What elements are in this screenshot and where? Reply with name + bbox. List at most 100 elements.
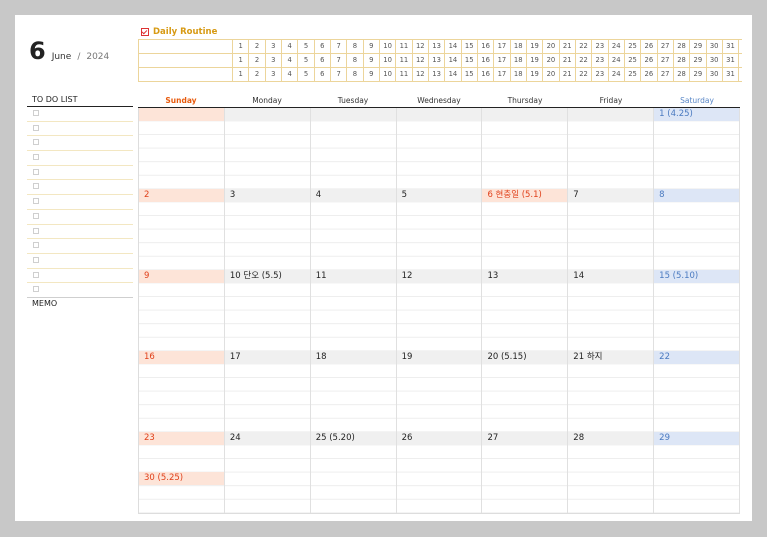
routine-day-cell[interactable]: 22 xyxy=(576,68,593,81)
checkbox-icon[interactable] xyxy=(33,242,39,249)
routine-day-cell[interactable]: 1 xyxy=(233,54,250,67)
routine-day-cell[interactable]: 20 xyxy=(543,40,560,53)
day-note-lines[interactable] xyxy=(224,283,310,351)
checkbox-icon[interactable] xyxy=(33,183,39,190)
routine-day-cell[interactable]: 24 xyxy=(609,54,625,67)
calendar-day[interactable] xyxy=(396,108,483,189)
routine-day-cell[interactable]: 20 xyxy=(543,54,560,67)
day-note-lines[interactable] xyxy=(482,445,568,513)
todo-item[interactable] xyxy=(27,151,133,166)
routine-day-cell[interactable]: 25 xyxy=(625,54,642,67)
routine-day-cell[interactable]: 19 xyxy=(527,54,544,67)
calendar-day[interactable]: 11 xyxy=(310,270,397,351)
day-note-lines[interactable] xyxy=(568,364,654,432)
routine-name-cell[interactable] xyxy=(139,68,233,81)
routine-day-cell[interactable]: 10 xyxy=(380,54,397,67)
todo-item[interactable] xyxy=(27,225,133,240)
routine-day-cell[interactable]: 6 xyxy=(315,40,331,53)
routine-day-cell[interactable]: 1 xyxy=(233,40,250,53)
calendar-day[interactable]: 9 xyxy=(139,270,225,351)
day-note-lines[interactable] xyxy=(310,283,396,351)
calendar-day[interactable]: 22 xyxy=(654,351,741,432)
routine-day-cell[interactable]: 9 xyxy=(364,40,380,53)
routine-day-cell[interactable]: 15 xyxy=(462,68,478,81)
routine-day-cell[interactable]: 27 xyxy=(658,40,674,53)
routine-day-cell[interactable]: 31 xyxy=(723,40,740,53)
checkbox-icon[interactable] xyxy=(33,124,39,131)
calendar-day[interactable]: 26 xyxy=(396,432,483,513)
calendar-day[interactable]: 18 xyxy=(310,351,397,432)
routine-day-cell[interactable]: 21 xyxy=(560,40,576,53)
routine-day-cell[interactable]: 25 xyxy=(625,40,642,53)
routine-day-cell[interactable]: 11 xyxy=(396,54,413,67)
routine-day-cell[interactable]: 13 xyxy=(429,68,446,81)
day-note-lines[interactable] xyxy=(224,202,310,270)
calendar-day[interactable]: 29 xyxy=(654,432,741,513)
todo-item[interactable] xyxy=(27,136,133,152)
calendar-day[interactable]: 10 단오 (5.5) xyxy=(224,270,311,351)
calendar-day[interactable]: 5 xyxy=(396,189,483,270)
routine-day-cell[interactable]: 26 xyxy=(641,68,658,81)
routine-day-cell[interactable]: 16 xyxy=(478,54,495,67)
routine-day-cell[interactable]: 21 xyxy=(560,68,576,81)
calendar-day[interactable]: 13 xyxy=(482,270,569,351)
todo-item[interactable] xyxy=(27,254,133,269)
routine-day-cell[interactable]: 23 xyxy=(592,68,609,81)
routine-day-cell[interactable]: 11 xyxy=(396,40,413,53)
calendar-day[interactable]: 6 현충일 (5.1) xyxy=(482,189,569,270)
routine-day-cell[interactable]: 18 xyxy=(511,68,527,81)
day-note-lines[interactable] xyxy=(654,202,740,270)
routine-day-cell[interactable]: 5 xyxy=(298,40,315,53)
routine-day-cell[interactable]: 18 xyxy=(511,40,527,53)
routine-day-cell[interactable]: 3 xyxy=(266,40,282,53)
routine-day-cell[interactable]: 26 xyxy=(641,54,658,67)
checkbox-icon[interactable] xyxy=(33,271,39,278)
routine-day-cell[interactable]: 14 xyxy=(445,40,462,53)
routine-day-cell[interactable]: 31 xyxy=(723,54,740,67)
routine-day-cell[interactable]: 17 xyxy=(494,54,511,67)
day-note-lines[interactable] xyxy=(139,121,224,189)
calendar-day[interactable]: 23 30 (5.25) xyxy=(139,432,225,513)
calendar-day[interactable] xyxy=(568,108,655,189)
routine-day-cell[interactable]: 30 xyxy=(707,40,723,53)
day-note-lines[interactable] xyxy=(139,202,224,270)
todo-item[interactable] xyxy=(27,180,133,196)
routine-day-cell[interactable]: 8 xyxy=(347,68,364,81)
checkbox-icon[interactable] xyxy=(33,139,39,146)
routine-day-cell[interactable]: 12 xyxy=(413,40,429,53)
day-note-lines[interactable] xyxy=(396,121,482,189)
routine-name-cell[interactable] xyxy=(139,54,233,67)
routine-day-cell[interactable]: 24 xyxy=(609,40,625,53)
routine-day-cell[interactable]: 22 xyxy=(576,40,593,53)
routine-day-cell[interactable]: 4 xyxy=(282,68,299,81)
routine-day-cell[interactable]: 3 xyxy=(266,54,282,67)
routine-day-cell[interactable]: 31 xyxy=(723,68,740,81)
day-note-lines[interactable] xyxy=(654,283,740,351)
calendar-day[interactable]: 24 xyxy=(224,432,311,513)
calendar-day[interactable]: 21 하지 xyxy=(568,351,655,432)
calendar-day[interactable]: 17 xyxy=(224,351,311,432)
routine-day-cell[interactable]: 10 xyxy=(380,68,397,81)
routine-day-cell[interactable]: 5 xyxy=(298,54,315,67)
day-note-lines[interactable] xyxy=(310,202,396,270)
routine-day-cell[interactable]: 8 xyxy=(347,40,364,53)
routine-day-cell[interactable]: 21 xyxy=(560,54,576,67)
routine-day-cell[interactable]: 12 xyxy=(413,68,429,81)
routine-day-cell[interactable]: 15 xyxy=(462,40,478,53)
calendar-day[interactable]: 15 (5.10) xyxy=(654,270,741,351)
routine-day-cell[interactable]: 28 xyxy=(674,54,691,67)
calendar-day[interactable]: 1 (4.25) xyxy=(654,108,741,189)
day-note-lines[interactable] xyxy=(224,121,310,189)
routine-day-cell[interactable]: 30 xyxy=(707,68,723,81)
checkbox-icon[interactable] xyxy=(33,198,39,205)
routine-day-cell[interactable]: 14 xyxy=(445,68,462,81)
routine-day-cell[interactable]: 16 xyxy=(478,40,495,53)
routine-day-cell[interactable]: 1 xyxy=(233,68,250,81)
calendar-day[interactable]: 8 xyxy=(654,189,741,270)
routine-day-cell[interactable]: 6 xyxy=(315,68,331,81)
calendar-day[interactable]: 3 xyxy=(224,189,311,270)
routine-day-cell[interactable]: 16 xyxy=(478,68,495,81)
routine-day-cell[interactable]: 29 xyxy=(690,54,707,67)
routine-day-cell[interactable]: 9 xyxy=(364,54,380,67)
routine-day-cell[interactable]: 26 xyxy=(641,40,658,53)
